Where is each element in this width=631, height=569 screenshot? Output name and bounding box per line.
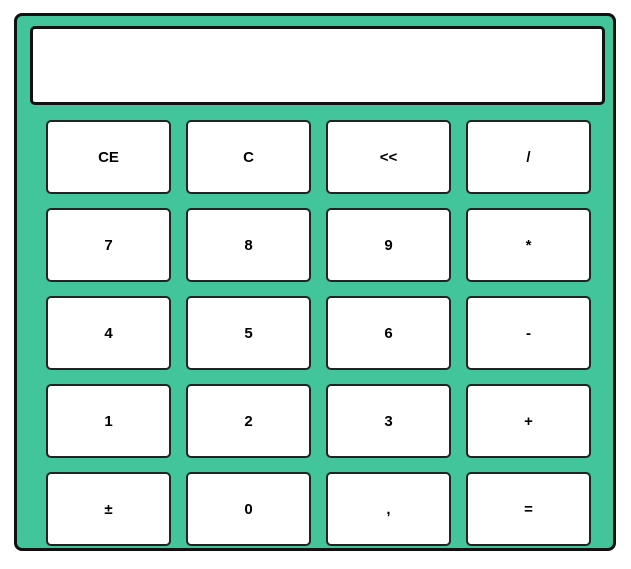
multiply-button[interactable]: *	[466, 208, 591, 282]
comma-button[interactable]: ,	[326, 472, 451, 546]
digit-3-button[interactable]: 3	[326, 384, 451, 458]
digit-5-button[interactable]: 5	[186, 296, 311, 370]
keypad: CE C << / 7 8 9 * 4 5 6 - 1 2 3 + ± 0 , …	[46, 120, 591, 546]
digit-0-button[interactable]: 0	[186, 472, 311, 546]
digit-6-button[interactable]: 6	[326, 296, 451, 370]
plus-button[interactable]: +	[466, 384, 591, 458]
digit-1-button[interactable]: 1	[46, 384, 171, 458]
clear-entry-button[interactable]: CE	[46, 120, 171, 194]
plus-minus-button[interactable]: ±	[46, 472, 171, 546]
digit-8-button[interactable]: 8	[186, 208, 311, 282]
minus-button[interactable]: -	[466, 296, 591, 370]
digit-2-button[interactable]: 2	[186, 384, 311, 458]
digit-9-button[interactable]: 9	[326, 208, 451, 282]
digit-7-button[interactable]: 7	[46, 208, 171, 282]
equals-button[interactable]: =	[466, 472, 591, 546]
calculator: CE C << / 7 8 9 * 4 5 6 - 1 2 3 + ± 0 , …	[14, 13, 616, 551]
digit-4-button[interactable]: 4	[46, 296, 171, 370]
clear-button[interactable]: C	[186, 120, 311, 194]
calculator-display	[30, 26, 605, 105]
divide-button[interactable]: /	[466, 120, 591, 194]
backspace-button[interactable]: <<	[326, 120, 451, 194]
